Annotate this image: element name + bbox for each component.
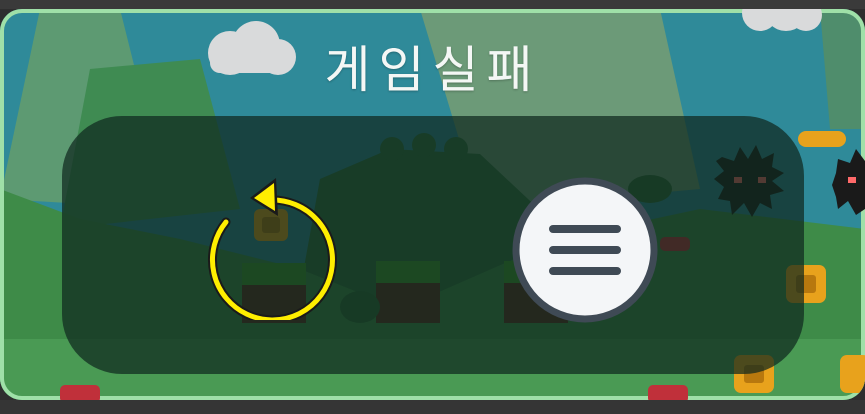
platform <box>798 131 846 147</box>
game-over-title: 게임실패 <box>324 41 541 99</box>
retry-button[interactable] <box>190 170 340 325</box>
menu-button[interactable] <box>512 177 662 327</box>
platform <box>648 385 688 400</box>
coin <box>840 355 865 393</box>
platform <box>60 385 100 400</box>
top-border <box>0 0 865 9</box>
bottom-border <box>0 400 865 414</box>
cloud <box>742 9 822 31</box>
result-panel <box>62 116 804 374</box>
retry-icon <box>208 178 337 325</box>
hamburger-menu-icon <box>512 177 658 323</box>
